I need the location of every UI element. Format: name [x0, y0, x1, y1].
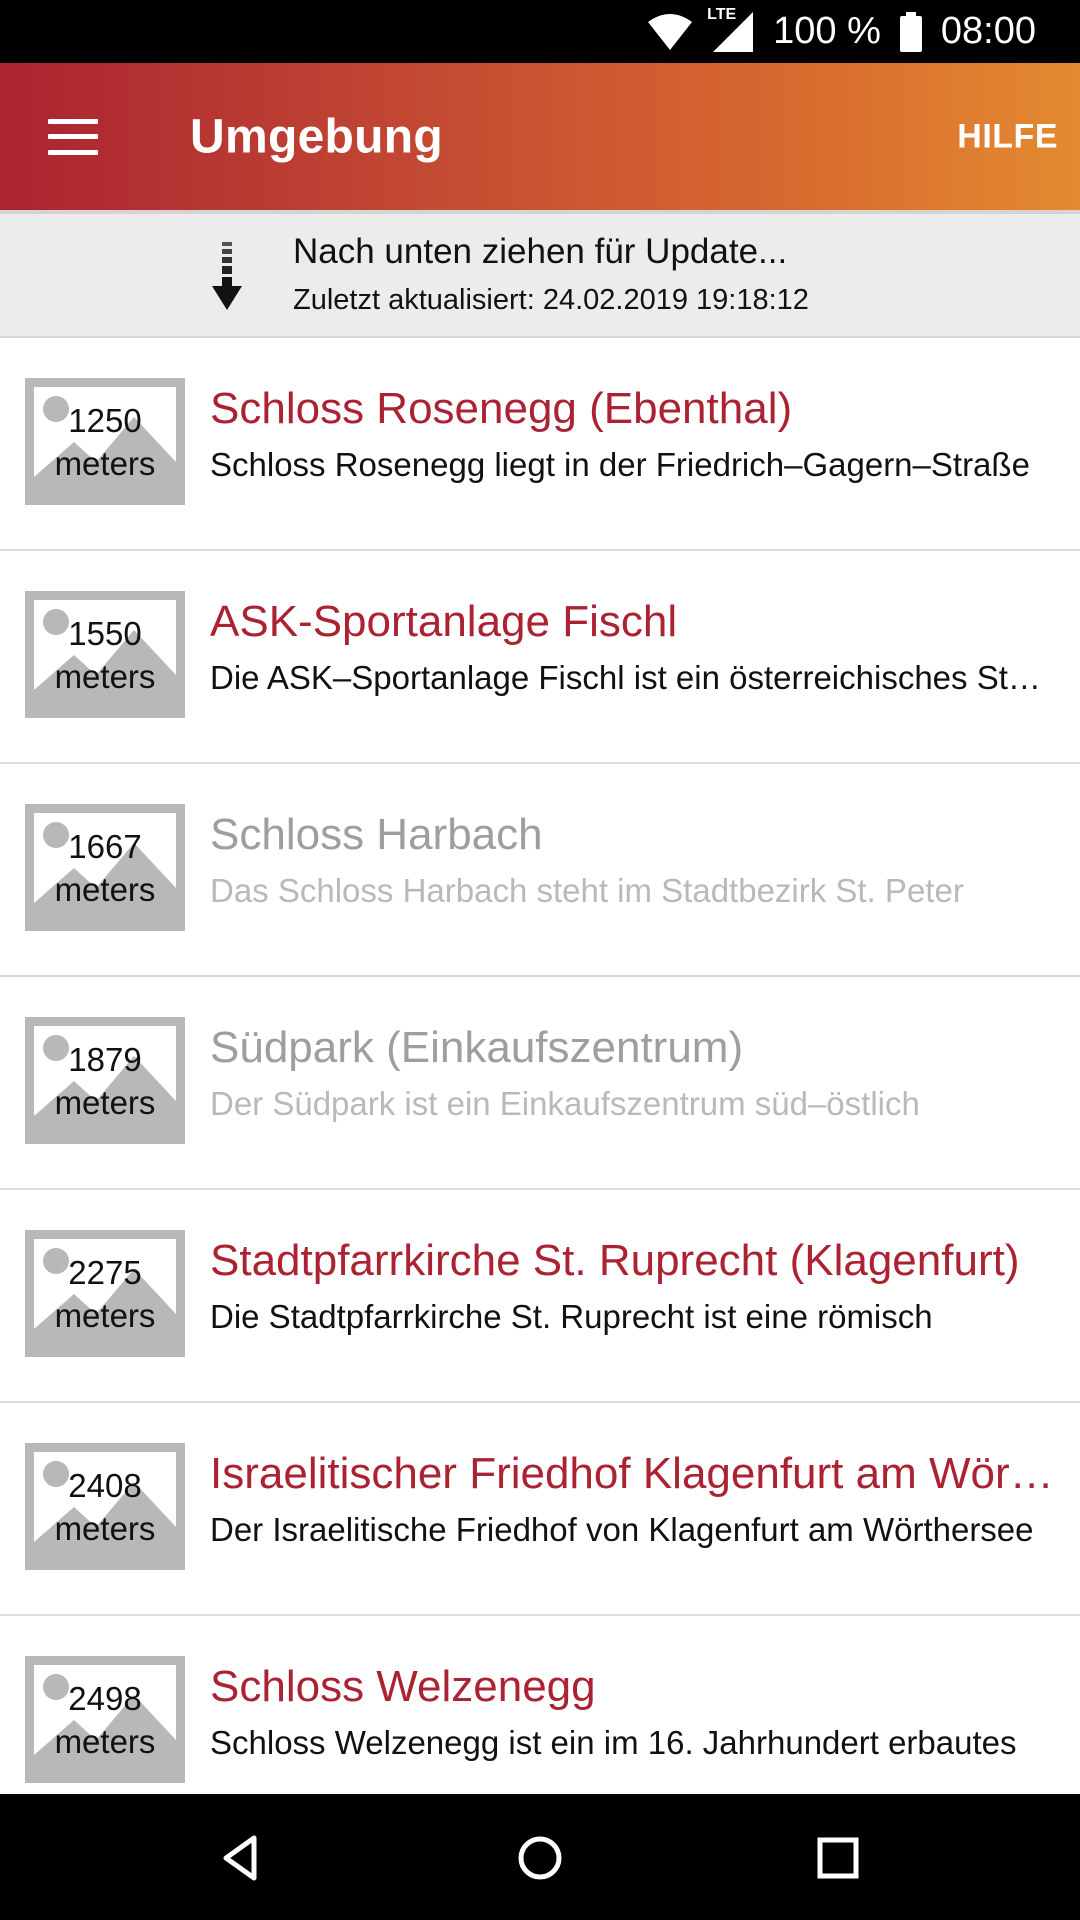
list-item[interactable]: 2408 meters Israelitischer Friedhof Klag…	[0, 1403, 1080, 1616]
refresh-instruction: Nach unten ziehen für Update...	[293, 232, 788, 271]
list-item[interactable]: 1250 meters Schloss Rosenegg (Ebenthal) …	[0, 338, 1080, 551]
distance-unit: meters	[54, 1296, 156, 1334]
list-item[interactable]: 2498 meters Schloss Welzenegg Schloss We…	[0, 1616, 1080, 1794]
app-bar: Umgebung HILFE	[0, 63, 1080, 210]
distance-unit: meters	[54, 1509, 156, 1547]
list-item[interactable]: 1879 meters Südpark (Einkaufszentrum) De…	[0, 977, 1080, 1190]
list-item[interactable]: 1550 meters ASK-Sportanlage Fischl Die A…	[0, 551, 1080, 764]
distance-value: 2275	[68, 1253, 142, 1291]
distance-unit: meters	[54, 657, 156, 695]
item-title: Südpark (Einkaufszentrum)	[210, 1023, 744, 1072]
distance-value: 1550	[68, 614, 142, 652]
item-title: Schloss Harbach	[210, 810, 543, 859]
network-type: LTE	[707, 5, 737, 23]
distance-value: 1879	[68, 1040, 142, 1078]
page-title: Umgebung	[190, 110, 444, 163]
distance-unit: meters	[54, 1083, 156, 1121]
item-description: Der Südpark ist ein Einkaufszentrum süd–…	[210, 1085, 920, 1122]
item-description: Die ASK–Sportanlage Fischl ist ein öster…	[210, 659, 1046, 696]
home-icon[interactable]	[512, 1830, 568, 1886]
distance-value: 2498	[68, 1679, 142, 1717]
item-title: Stadtpfarrkirche St. Ruprecht (Klagenfur…	[210, 1236, 1020, 1285]
thumbnail-placeholder: 2408 meters	[25, 1443, 185, 1570]
thumbnail-placeholder: 1550 meters	[25, 591, 185, 718]
item-title: Israelitischer Friedhof Klagenfurt am Wö…	[210, 1449, 1060, 1498]
item-description: Die Stadtpfarrkirche St. Ruprecht ist ei…	[210, 1298, 933, 1335]
thumbnail-placeholder: 1879 meters	[25, 1017, 185, 1144]
item-description: Der Israelitische Friedhof von Klagenfur…	[210, 1511, 1034, 1548]
battery-percentage: 100 %	[773, 10, 881, 52]
cell-signal-icon: LTE	[707, 6, 755, 54]
distance-value: 2408	[68, 1466, 142, 1504]
pull-to-refresh-header[interactable]: Nach unten ziehen für Update... Zuletzt …	[0, 210, 1080, 338]
item-description: Schloss Welzenegg ist ein im 16. Jahrhun…	[210, 1724, 1017, 1761]
list-item[interactable]: 1667 meters Schloss Harbach Das Schloss …	[0, 764, 1080, 977]
system-nav-bar	[0, 1794, 1080, 1920]
distance-value: 1667	[68, 827, 142, 865]
pull-down-arrow-icon	[212, 242, 242, 310]
item-title: ASK-Sportanlage Fischl	[210, 597, 678, 646]
battery-icon	[899, 11, 923, 52]
last-updated-text: Zuletzt aktualisiert: 24.02.2019 19:18:1…	[293, 284, 809, 316]
status-time: 08:00	[940, 10, 1036, 52]
status-bar: LTE 100 % 08:00	[0, 0, 1080, 63]
thumbnail-placeholder: 1667 meters	[25, 804, 185, 931]
distance-unit: meters	[54, 870, 156, 908]
distance-value: 1250	[68, 401, 142, 439]
back-icon[interactable]	[214, 1830, 270, 1886]
item-description: Das Schloss Harbach steht im Stadtbezirk…	[210, 872, 964, 909]
wifi-icon	[647, 12, 693, 52]
recents-icon[interactable]	[810, 1830, 866, 1886]
list-item[interactable]: 2275 meters Stadtpfarrkirche St. Ruprech…	[0, 1190, 1080, 1403]
thumbnail-placeholder: 1250 meters	[25, 378, 185, 505]
hamburger-menu-icon[interactable]	[48, 118, 98, 155]
nearby-places-list: 1250 meters Schloss Rosenegg (Ebenthal) …	[0, 338, 1080, 1794]
item-title: Schloss Rosenegg (Ebenthal)	[210, 384, 793, 433]
item-description: Schloss Rosenegg liegt in der Friedrich–…	[210, 446, 1030, 483]
help-button[interactable]: HILFE	[957, 117, 1058, 156]
thumbnail-placeholder: 2275 meters	[25, 1230, 185, 1357]
distance-unit: meters	[54, 444, 156, 482]
item-title: Schloss Welzenegg	[210, 1662, 596, 1711]
thumbnail-placeholder: 2498 meters	[25, 1656, 185, 1783]
distance-unit: meters	[54, 1722, 156, 1760]
